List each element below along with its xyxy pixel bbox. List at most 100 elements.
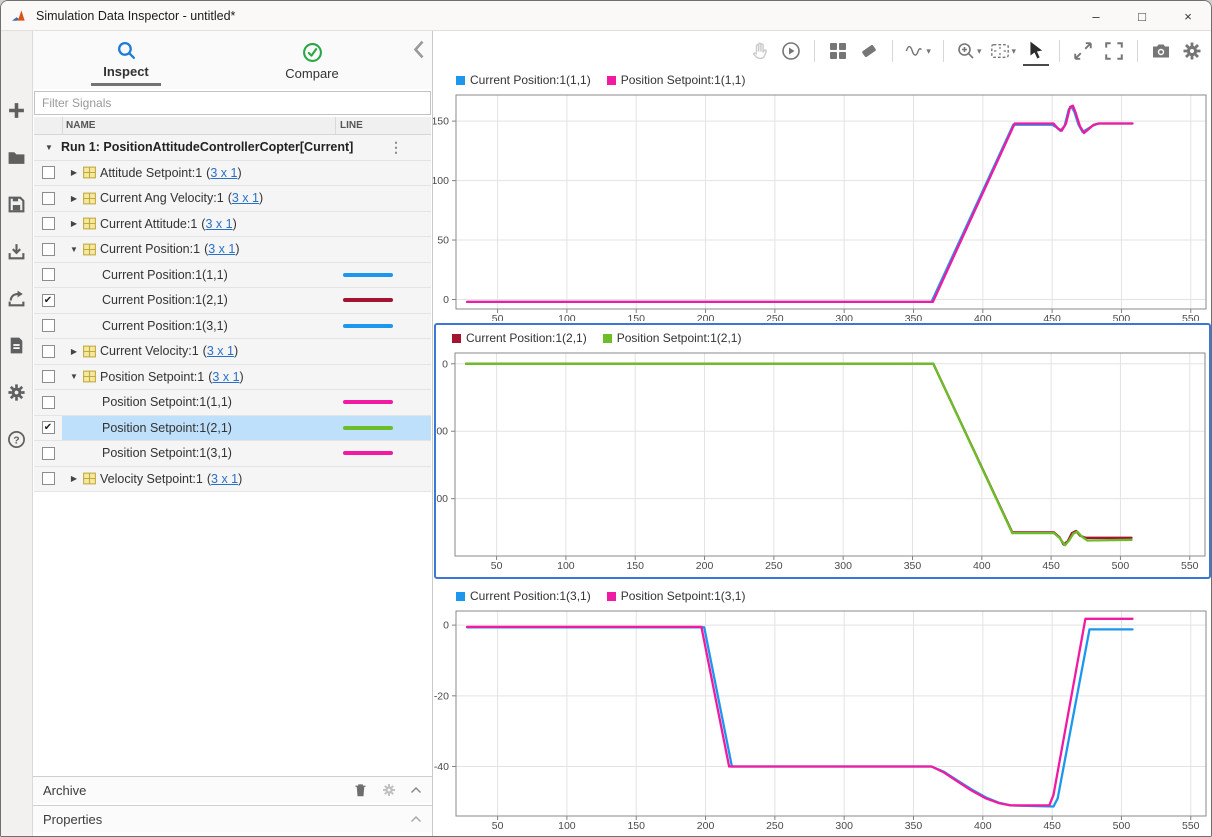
signal-row[interactable]: ✔Current Position:1(2,1): [34, 288, 431, 314]
chevron-up-icon[interactable]: [410, 815, 422, 823]
properties-label: Properties: [43, 812, 102, 827]
save-button[interactable]: [1, 181, 33, 228]
expand-triangle-icon[interactable]: ▶: [68, 347, 80, 356]
settings-button[interactable]: [1179, 36, 1205, 66]
signal-checkbox[interactable]: [42, 166, 55, 179]
signal-group-label: Current Attitude:1: [100, 217, 197, 231]
subplot-layout-button[interactable]: [825, 36, 851, 66]
tab-inspect[interactable]: Inspect: [33, 31, 219, 89]
dimensions-link[interactable]: 3 x 1: [232, 191, 259, 205]
pointer-button[interactable]: [1023, 36, 1049, 66]
group-row[interactable]: ▼Position Setpoint:1(3 x 1): [34, 365, 431, 391]
line-style-swatch: [343, 273, 393, 277]
maximize-button[interactable]: □: [1119, 1, 1165, 31]
svg-text:-200: -200: [436, 493, 448, 505]
group-row[interactable]: ▶Current Attitude:1(3 x 1): [34, 212, 431, 238]
dimensions-link[interactable]: 3 x 1: [211, 472, 238, 486]
open-folder-button[interactable]: [1, 134, 33, 181]
signal-checkbox[interactable]: [42, 472, 55, 485]
trash-icon[interactable]: [353, 782, 368, 798]
pan-button[interactable]: [747, 36, 773, 66]
fit-to-view-icon: [990, 41, 1010, 61]
replay-button[interactable]: [778, 36, 804, 66]
matrix-signal-icon: [82, 344, 97, 359]
tab-compare[interactable]: Compare: [219, 31, 405, 89]
signal-row[interactable]: Position Setpoint:1(1,1): [34, 390, 431, 416]
dimensions-link[interactable]: 3 x 1: [208, 242, 235, 256]
report-button[interactable]: [1, 322, 33, 369]
group-row[interactable]: ▼Current Position:1(3 x 1): [34, 237, 431, 263]
fit-to-view-button[interactable]: ▾: [988, 36, 1018, 66]
chart-legend: Current Position:1(1,1)Position Setpoint…: [456, 73, 745, 87]
zoom-button[interactable]: ▾: [954, 36, 984, 66]
signal-row[interactable]: ✔Position Setpoint:1(2,1): [34, 416, 431, 442]
svg-text:0: 0: [443, 294, 449, 306]
expand-button[interactable]: [1070, 36, 1096, 66]
snapshot-button[interactable]: [1148, 36, 1174, 66]
group-row[interactable]: ▶Current Velocity:1(3 x 1): [34, 339, 431, 365]
chart-2-selection-frame: Current Position:1(2,1)Position Setpoint…: [434, 323, 1211, 579]
import-button[interactable]: [1, 228, 33, 275]
chart-2[interactable]: Current Position:1(2,1)Position Setpoint…: [436, 325, 1209, 577]
matlab-logo-icon: [11, 8, 28, 23]
signal-checkbox[interactable]: ✔: [42, 421, 55, 434]
dimensions-link[interactable]: 3 x 1: [210, 166, 237, 180]
expand-triangle-icon[interactable]: ▶: [68, 474, 80, 483]
signal-checkbox[interactable]: [42, 319, 55, 332]
signal-checkbox[interactable]: [42, 396, 55, 409]
pointer-icon: [1026, 40, 1046, 60]
signal-checkbox[interactable]: [42, 345, 55, 358]
svg-text:50: 50: [492, 313, 504, 321]
help-button[interactable]: ?: [1, 416, 33, 463]
export-button[interactable]: [1, 275, 33, 322]
filter-signals-input[interactable]: [34, 91, 431, 115]
collapse-sidebar-button[interactable]: [412, 39, 426, 55]
expand-triangle-icon[interactable]: ▶: [68, 168, 80, 177]
preferences-button[interactable]: [1, 369, 33, 416]
chart-1[interactable]: Current Position:1(1,1)Position Setpoint…: [433, 71, 1212, 321]
group-row[interactable]: ▶Velocity Setpoint:1(3 x 1): [34, 467, 431, 493]
archive-bar[interactable]: Archive: [33, 776, 432, 803]
signal-row[interactable]: Position Setpoint:1(3,1): [34, 441, 431, 467]
gear-icon[interactable]: [382, 783, 396, 797]
signal-cursor-button[interactable]: ▾: [903, 36, 933, 66]
signal-checkbox[interactable]: [42, 217, 55, 230]
collapse-triangle-icon[interactable]: ▼: [43, 143, 55, 152]
dimensions-link[interactable]: 3 x 1: [205, 217, 232, 231]
clear-plots-button[interactable]: [856, 36, 882, 66]
fullscreen-button[interactable]: [1101, 36, 1127, 66]
chart-3[interactable]: Current Position:1(3,1)Position Setpoint…: [433, 581, 1212, 837]
svg-text:50: 50: [492, 820, 504, 832]
matrix-signal-icon: [82, 191, 97, 206]
properties-bar[interactable]: Properties: [33, 805, 432, 832]
legend-swatch: [456, 76, 465, 85]
close-button[interactable]: ×: [1165, 1, 1211, 31]
signal-checkbox[interactable]: [42, 192, 55, 205]
svg-text:550: 550: [1181, 560, 1199, 572]
run-menu-kebab-icon[interactable]: ⋮: [389, 139, 403, 156]
signal-checkbox[interactable]: [42, 370, 55, 383]
minimize-button[interactable]: –: [1073, 1, 1119, 31]
collapse-triangle-icon[interactable]: ▼: [68, 372, 80, 381]
svg-text:500: 500: [1113, 820, 1131, 832]
run-header-row[interactable]: ▼ Run 1: PositionAttitudeControllerCopte…: [34, 135, 431, 161]
signal-checkbox[interactable]: ✔: [42, 294, 55, 307]
chevron-up-icon[interactable]: [410, 786, 422, 794]
signal-checkbox[interactable]: [42, 447, 55, 460]
signal-checkbox[interactable]: [42, 243, 55, 256]
subplot-layout-icon: [828, 41, 848, 61]
add-button[interactable]: [1, 87, 33, 134]
signal-row[interactable]: Current Position:1(3,1): [34, 314, 431, 340]
group-row[interactable]: ▶Current Ang Velocity:1(3 x 1): [34, 186, 431, 212]
chart-plot[interactable]: 501001502002503003504004505005500-20-40: [433, 581, 1212, 837]
dimensions-link[interactable]: 3 x 1: [212, 370, 239, 384]
chart-plot[interactable]: 501001502002503003504004505005500-100-20…: [436, 325, 1209, 577]
signal-row[interactable]: Current Position:1(1,1): [34, 263, 431, 289]
signal-checkbox[interactable]: [42, 268, 55, 281]
group-row[interactable]: ▶Attitude Setpoint:1(3 x 1): [34, 161, 431, 187]
collapse-triangle-icon[interactable]: ▼: [68, 245, 80, 254]
dimensions-link[interactable]: 3 x 1: [207, 344, 234, 358]
expand-triangle-icon[interactable]: ▶: [68, 194, 80, 203]
expand-triangle-icon[interactable]: ▶: [68, 219, 80, 228]
chart-plot[interactable]: 5010015020025030035040045050055005010015…: [433, 71, 1212, 321]
